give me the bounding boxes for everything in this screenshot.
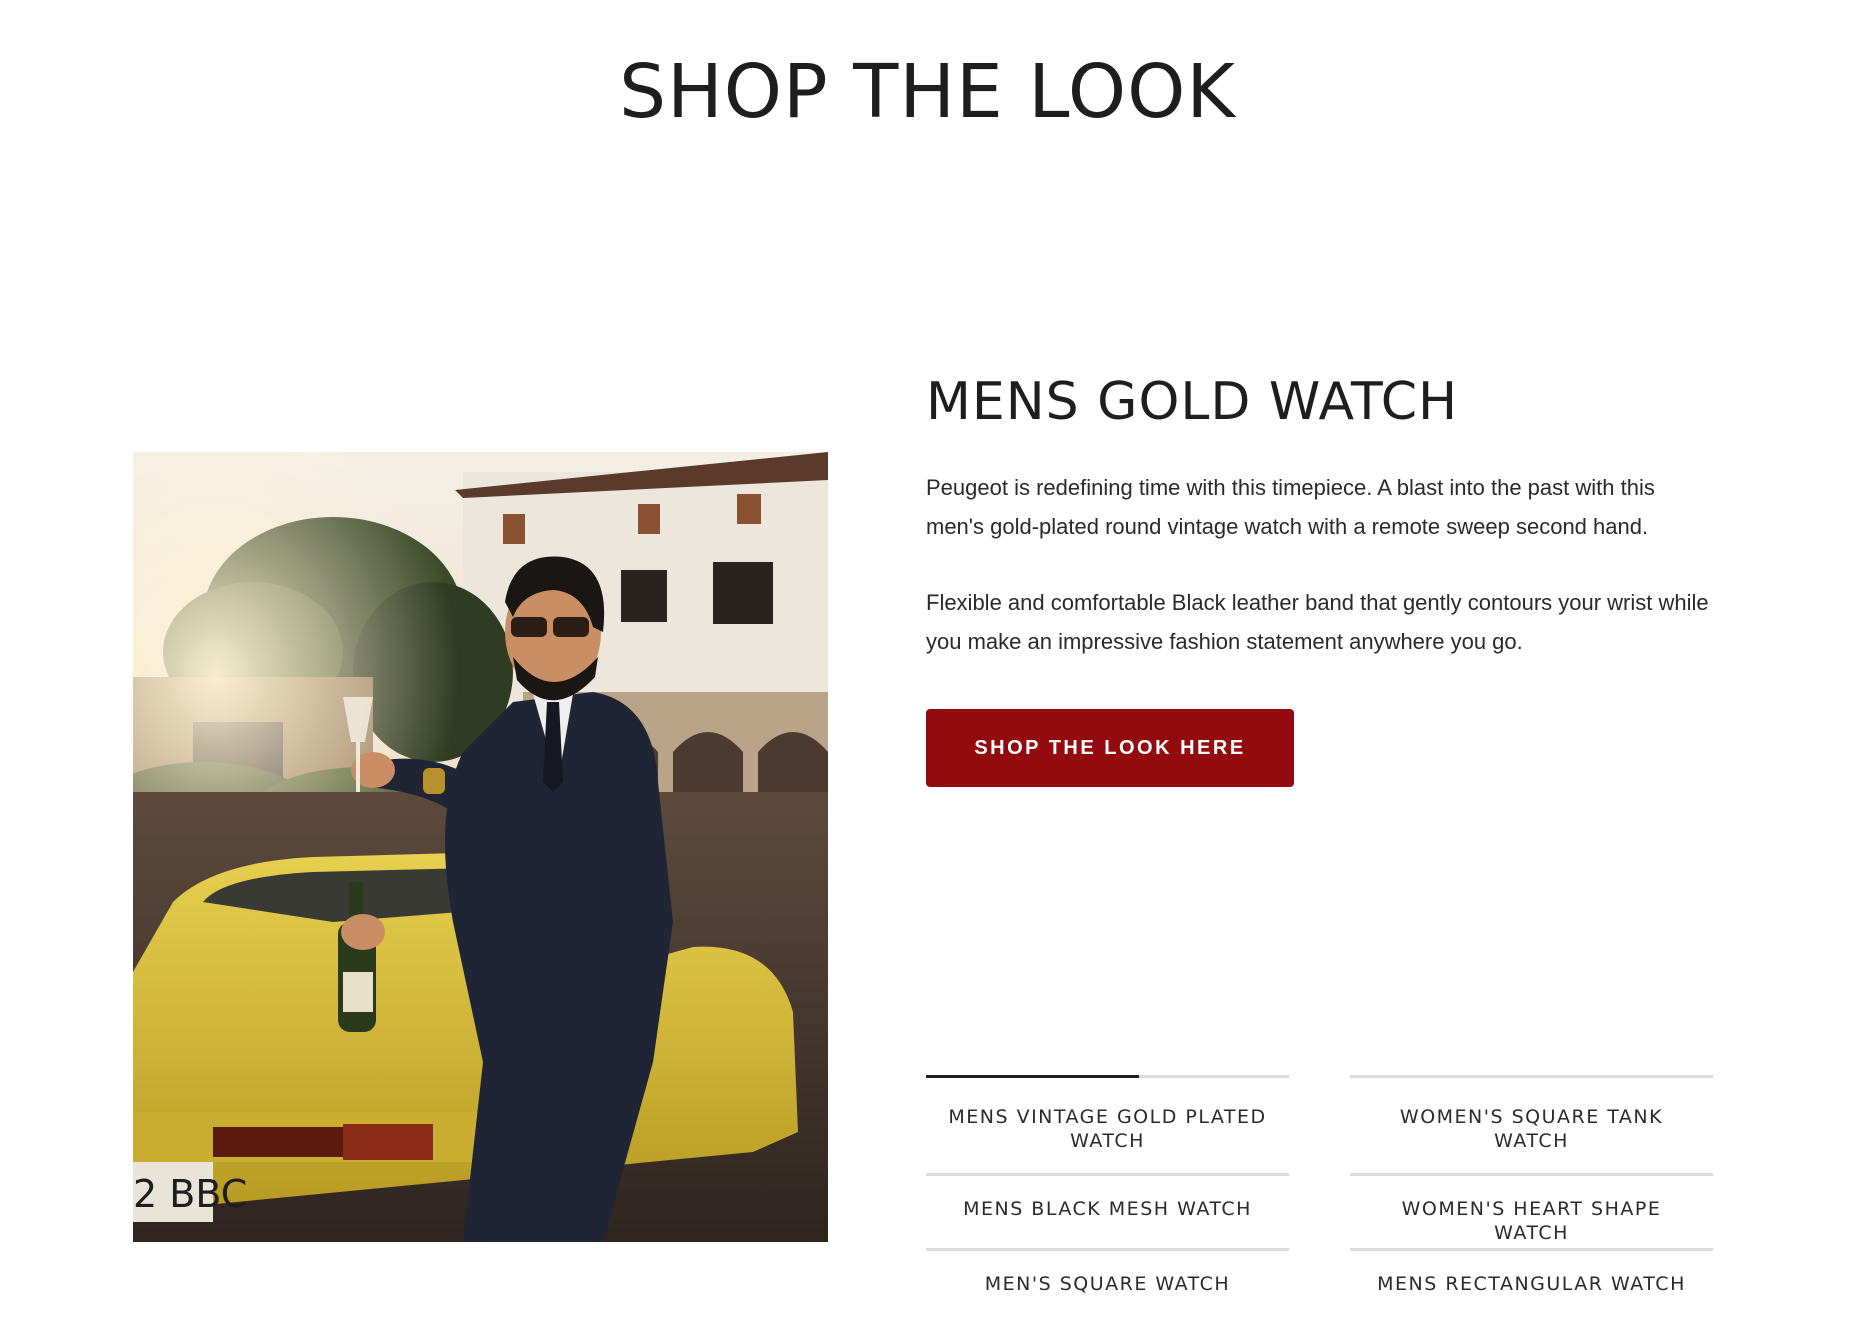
tab-womens-heart-shape-watch[interactable]: WOMEN'S HEART SHAPE WATCH bbox=[1350, 1173, 1713, 1248]
tab-label: MENS BLACK MESH WATCH bbox=[963, 1198, 1252, 1220]
shop-the-look-here-button[interactable]: SHOP THE LOOK HERE bbox=[926, 709, 1294, 787]
tab-womens-square-tank-watch[interactable]: WOMEN'S SQUARE TANK WATCH bbox=[1350, 1075, 1713, 1173]
tab-label: MEN'S SQUARE WATCH bbox=[984, 1273, 1231, 1295]
tab-mens-rectangular-watch[interactable]: MENS RECTANGULAR WATCH bbox=[1350, 1248, 1713, 1323]
section-title: SHOP THE LOOK bbox=[619, 49, 1236, 135]
tab-mens-square-watch[interactable]: MEN'S SQUARE WATCH bbox=[926, 1248, 1289, 1323]
photo-illustration: 2 BBC bbox=[133, 452, 828, 1242]
license-plate-text: 2 BBC bbox=[133, 1172, 247, 1216]
tab-label: WOMEN'S SQUARE TANK WATCH bbox=[1399, 1106, 1664, 1152]
lifestyle-photo: 2 BBC bbox=[133, 452, 828, 1242]
product-description-2: Flexible and comfortable Black leather b… bbox=[926, 590, 1709, 654]
product-title: MENS GOLD WATCH bbox=[926, 372, 1459, 432]
product-tabs: MENS VINTAGE GOLD PLATED WATCH WOMEN'S S… bbox=[926, 1075, 1713, 1325]
tab-mens-black-mesh-watch[interactable]: MENS BLACK MESH WATCH bbox=[926, 1173, 1289, 1248]
tab-label: WOMEN'S HEART SHAPE WATCH bbox=[1401, 1198, 1662, 1244]
product-description-1: Peugeot is redefining time with this tim… bbox=[926, 475, 1655, 539]
tab-mens-vintage-gold-plated-watch[interactable]: MENS VINTAGE GOLD PLATED WATCH bbox=[926, 1075, 1289, 1173]
tab-label: MENS RECTANGULAR WATCH bbox=[1377, 1273, 1686, 1295]
tab-label: MENS VINTAGE GOLD PLATED WATCH bbox=[948, 1106, 1267, 1152]
shop-the-look-section: SHOP THE LOOK 2 BBC MENS GOLD WATCH Peug… bbox=[0, 0, 1855, 1333]
